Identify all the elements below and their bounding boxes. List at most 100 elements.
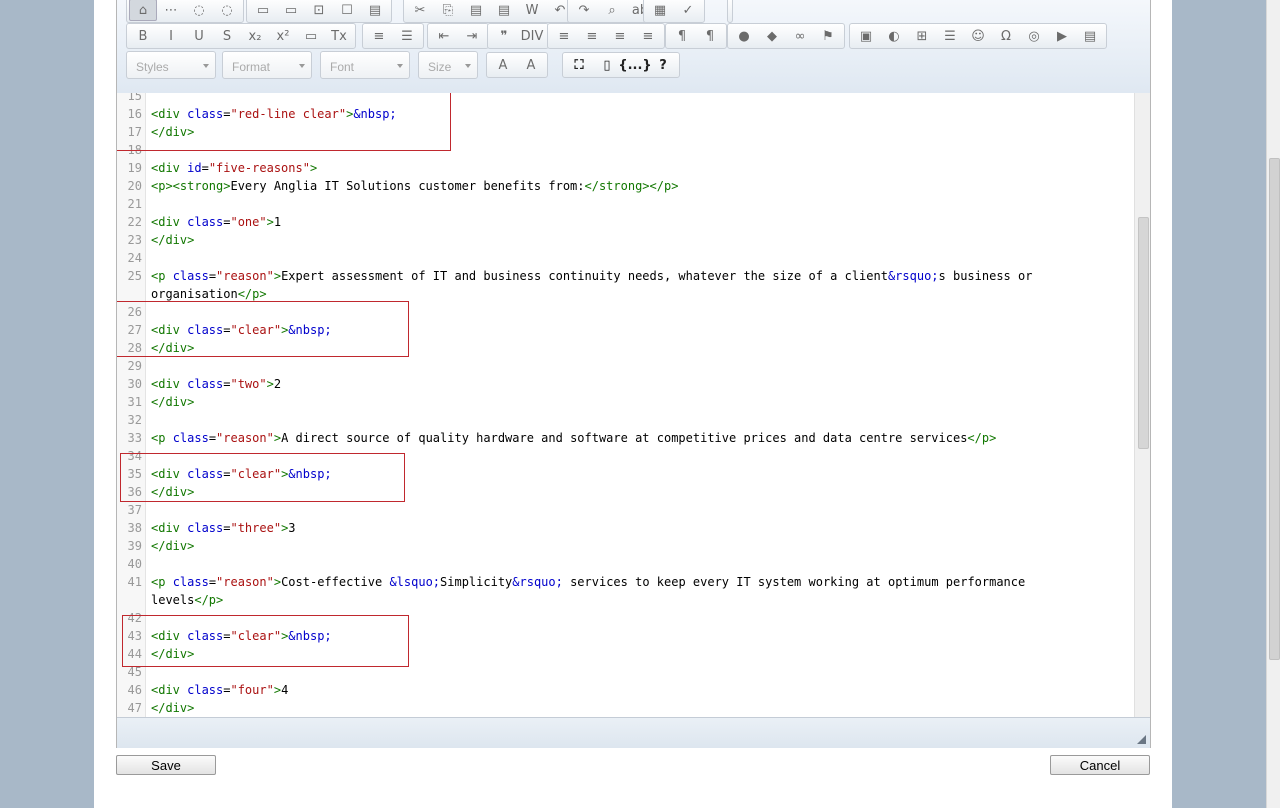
code-text: </div> xyxy=(151,123,194,141)
outdent-icon[interactable]: ⇤ xyxy=(430,25,458,47)
subscript-icon[interactable]: x₂ xyxy=(241,25,269,47)
table-icon[interactable]: ⊞ xyxy=(908,25,936,47)
page-scrollbar-thumb[interactable] xyxy=(1269,158,1280,660)
align-left-icon[interactable]: ≡ xyxy=(550,25,578,47)
code-token: A direct source of quality hardware and … xyxy=(281,431,968,445)
flag-icon[interactable]: ⚑ xyxy=(814,25,842,47)
code-token: &lsquo; xyxy=(389,575,441,589)
templates-icon[interactable]: ⋯ xyxy=(157,0,185,21)
strike-icon[interactable]: S xyxy=(213,25,241,47)
code-token: = xyxy=(208,431,217,445)
chevron-down-icon xyxy=(397,64,403,68)
stamp-icon[interactable]: ◆ xyxy=(758,25,786,47)
copy-icon[interactable]: ⎘ xyxy=(434,0,462,21)
resize-handle-icon[interactable] xyxy=(1137,735,1146,744)
styles-combo[interactable]: Styles xyxy=(126,51,216,79)
code-token: </p> xyxy=(967,431,997,445)
line-number: 25 xyxy=(127,269,142,283)
align-center-icon[interactable]: ≡ xyxy=(578,25,606,47)
html-editor: ⌂ ⋯ ◌ ◌ ▭ ▭ ⊡ ☐ ▤ ✂ ⎘ ▤ ▤ W ↶ ↷ ⌕ ab ▦ ✓ B I U Sx₂ x² ▭ Tx ≡ ☰ ⇤ ⇥ ❞ DI… xyxy=(116,0,1151,748)
div-icon[interactable]: DIV xyxy=(518,25,546,47)
omega-icon[interactable]: Ω xyxy=(992,25,1020,47)
paste-text-icon[interactable]: ▤ xyxy=(490,0,518,21)
maximize-icon[interactable]: ⛶ xyxy=(565,54,593,76)
text-color-icon[interactable]: A xyxy=(489,54,517,76)
code-token: <p><strong> xyxy=(151,179,231,193)
code-line: 39 </div> xyxy=(117,537,1117,555)
justify-icon[interactable]: ≡ xyxy=(634,25,662,47)
code-text: <div class="three">3 xyxy=(151,519,296,537)
codesnippet-icon[interactable]: {...} xyxy=(618,54,651,76)
spellcheck-icon[interactable]: ✓ xyxy=(674,0,702,21)
globe-icon[interactable]: ◎ xyxy=(1020,25,1048,47)
source-code-area[interactable]: 15 16 <div class="red-line clear">&nbsp; 17… xyxy=(117,93,1150,717)
paste-icon[interactable]: ▤ xyxy=(462,0,490,21)
code-line: 45 xyxy=(117,663,1117,681)
indent-icon[interactable]: ⇥ xyxy=(458,25,486,47)
align-right-icon[interactable]: ≡ xyxy=(606,25,634,47)
redo-icon[interactable]: ↷ xyxy=(570,0,598,21)
code-scrollbar-thumb[interactable] xyxy=(1138,217,1149,449)
find-icon[interactable]: ⌕ xyxy=(598,0,626,21)
toolbar-group: ≡ ☰ xyxy=(362,23,424,49)
blockquote-icon[interactable]: ❞ xyxy=(490,25,518,47)
image-icon[interactable]: ▣ xyxy=(852,25,880,47)
hr-icon[interactable]: ☰ xyxy=(936,25,964,47)
code-text: </div> xyxy=(151,339,194,357)
code-token: "clear" xyxy=(230,629,282,643)
superscript-icon[interactable]: x² xyxy=(269,25,297,47)
code-token: </p> xyxy=(237,287,267,301)
bg-color-icon[interactable]: A xyxy=(517,54,545,76)
iframe-icon[interactable]: ▤ xyxy=(1076,25,1104,47)
selectall-icon[interactable]: ▦ xyxy=(646,0,674,21)
unlink-icon[interactable]: ∞ xyxy=(786,25,814,47)
page-scrollbar[interactable] xyxy=(1266,0,1280,808)
clear-format-icon[interactable]: Tx xyxy=(325,25,353,47)
rtl-icon[interactable]: ¶ xyxy=(696,25,724,47)
newpage-icon[interactable]: ▭ xyxy=(277,0,305,21)
format-combo[interactable]: Format xyxy=(222,51,312,79)
underline-icon[interactable]: U xyxy=(185,25,213,47)
code-line: 36 </div> xyxy=(117,483,1117,501)
save-icon[interactable]: ▭ xyxy=(249,0,277,21)
size-combo-label: Size xyxy=(428,60,452,74)
remove-icon[interactable]: ▭ xyxy=(297,25,325,47)
code-token: </strong></p> xyxy=(584,179,679,193)
bold-icon[interactable]: B xyxy=(129,25,157,47)
help-icon[interactable]: ? xyxy=(649,54,677,76)
numbered-list-icon[interactable]: ≡ xyxy=(365,25,393,47)
toolbar-group xyxy=(727,0,733,23)
page-icon[interactable]: ☐ xyxy=(333,0,361,21)
code-line: organisation</p> xyxy=(117,285,1117,303)
ltr-icon[interactable]: ¶ xyxy=(668,25,696,47)
editor-statusbar xyxy=(117,717,1150,748)
preview-icon[interactable]: ⊡ xyxy=(305,0,333,21)
bubble2-icon[interactable]: ◌ xyxy=(213,0,241,21)
code-text: <div class="clear">&nbsp; xyxy=(151,465,332,483)
print-icon[interactable]: ▤ xyxy=(361,0,389,21)
code-text: <p class="reason">Cost-effective &lsquo;… xyxy=(151,573,1025,591)
code-token: class xyxy=(172,575,209,589)
code-text: </div> xyxy=(151,645,194,663)
cut-icon[interactable]: ✂ xyxy=(406,0,434,21)
italic-icon[interactable]: I xyxy=(157,25,185,47)
showblocks-icon[interactable]: ▯ xyxy=(593,54,621,76)
line-number: 29 xyxy=(127,359,142,373)
bulleted-list-icon[interactable]: ☰ xyxy=(393,25,421,47)
code-text: <p class="reason">Expert assessment of I… xyxy=(151,267,1032,285)
font-combo[interactable]: Font xyxy=(320,51,410,79)
youtube-icon[interactable]: ▶ xyxy=(1048,25,1076,47)
code-scrollbar[interactable] xyxy=(1134,93,1150,717)
flash-icon[interactable]: ◐ xyxy=(880,25,908,47)
save-button[interactable]: Save xyxy=(116,755,216,775)
smiley-icon[interactable]: ☺ xyxy=(964,25,992,47)
code-token: levels xyxy=(151,593,195,607)
drop-icon[interactable]: ● xyxy=(730,25,758,47)
cancel-button[interactable]: Cancel xyxy=(1050,755,1150,775)
line-number: 41 xyxy=(127,575,142,589)
size-combo[interactable]: Size xyxy=(418,51,478,79)
paste-word-icon[interactable]: W xyxy=(518,0,546,21)
source-icon[interactable]: ⌂ xyxy=(129,0,157,21)
bubble-icon[interactable]: ◌ xyxy=(185,0,213,21)
toolbar-group: ⛶ ▯ {...}? xyxy=(562,52,680,78)
